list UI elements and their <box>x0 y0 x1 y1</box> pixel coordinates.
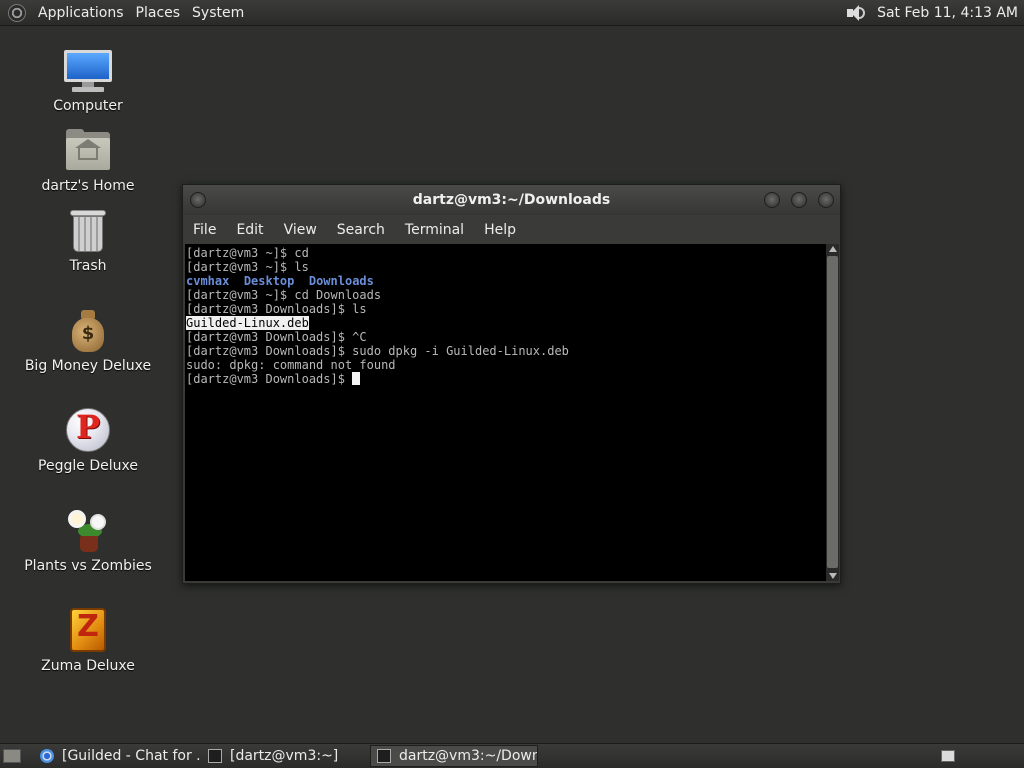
show-desktop-icon[interactable] <box>3 749 21 763</box>
terminal-line: [dartz@vm3 Downloads]$ ls <box>186 302 367 316</box>
trash-icon <box>64 206 112 254</box>
window-titlebar[interactable]: dartz@vm3:~/Downloads <box>183 185 840 215</box>
desktop-icon-label: Plants vs Zombies <box>24 558 152 574</box>
menu-help[interactable]: Help <box>474 218 526 242</box>
top-panel-tray: Sat Feb 11, 4:13 AM <box>845 0 1018 25</box>
terminal-line: cvmhax Desktop Downloads <box>186 274 826 288</box>
terminal-line: Guilded-Linux.deb <box>186 316 826 330</box>
peggle-icon: P <box>64 406 112 454</box>
menu-system[interactable]: System <box>186 5 250 21</box>
desktop-icon-computer[interactable]: Computer <box>13 46 163 114</box>
window-title: dartz@vm3:~/Downloads <box>412 192 611 208</box>
menu-applications[interactable]: Applications <box>32 5 130 21</box>
close-button[interactable] <box>818 192 834 208</box>
dir-entry: Desktop <box>243 274 295 288</box>
desktop-icon-zuma[interactable]: Z Zuma Deluxe <box>13 606 163 674</box>
desktop-icon-label: Computer <box>53 98 123 114</box>
terminal-icon <box>208 749 222 763</box>
minimize-button[interactable] <box>764 192 780 208</box>
menu-terminal[interactable]: Terminal <box>395 218 474 242</box>
terminal-line: [dartz@vm3 Downloads]$ sudo dpkg -i Guil… <box>186 344 569 358</box>
taskbar-item-guilded[interactable]: [Guilded - Chat for ... <box>34 745 202 767</box>
terminal-line: [dartz@vm3 ~]$ cd <box>186 246 309 260</box>
desktop-icon-label: dartz's Home <box>41 178 135 194</box>
terminal-prompt-line: [dartz@vm3 Downloads]$ <box>186 372 826 386</box>
terminal-scrollbar[interactable] <box>826 244 839 581</box>
scroll-up-icon[interactable] <box>829 246 837 252</box>
desktop-icon-label: Big Money Deluxe <box>24 358 152 374</box>
clock[interactable]: Sat Feb 11, 4:13 AM <box>877 5 1018 21</box>
maximize-button[interactable] <box>791 192 807 208</box>
desktop-icon-trash[interactable]: Trash <box>13 206 163 274</box>
computer-icon <box>64 46 112 94</box>
desktop-icon-label: Trash <box>69 258 107 274</box>
desktop-icon-big-money[interactable]: $ Big Money Deluxe <box>13 306 163 374</box>
menu-file[interactable]: File <box>183 218 226 242</box>
menu-search[interactable]: Search <box>327 218 395 242</box>
chrome-icon <box>40 749 54 763</box>
terminal-menubar: File Edit View Search Terminal Help <box>183 218 526 242</box>
home-folder-icon <box>64 126 112 174</box>
terminal-output[interactable]: [dartz@vm3 ~]$ cd [dartz@vm3 ~]$ ls cvmh… <box>185 244 826 581</box>
terminal-window: dartz@vm3:~/Downloads File Edit View Sea… <box>182 184 841 584</box>
desktop-icon-label: Zuma Deluxe <box>41 658 135 674</box>
top-panel: Applications Places System Sat Feb 11, 4… <box>0 0 1024 26</box>
menu-view[interactable]: View <box>274 218 327 242</box>
terminal-icon <box>377 749 391 763</box>
taskbar-item-label: dartz@vm3:~/Down... <box>399 748 537 764</box>
zuma-icon: Z <box>64 606 112 654</box>
terminal-line: sudo: dpkg: command not found <box>186 358 396 372</box>
desktop-icon-label: Peggle Deluxe <box>38 458 138 474</box>
dir-entry: cvmhax <box>186 274 230 288</box>
menu-edit[interactable]: Edit <box>226 218 273 242</box>
plants-vs-zombies-icon <box>64 506 112 554</box>
terminal-line: [dartz@vm3 ~]$ ls <box>186 260 309 274</box>
taskbar-item-label: [dartz@vm3:~] <box>230 748 339 764</box>
terminal-line: [dartz@vm3 Downloads]$ ^C <box>186 330 367 344</box>
text-cursor <box>352 372 361 385</box>
desktop-icon-home[interactable]: dartz's Home <box>13 126 163 194</box>
taskbar-item-terminal-downloads[interactable]: dartz@vm3:~/Down... <box>370 745 538 767</box>
selected-file-entry[interactable]: Guilded-Linux.deb <box>186 316 309 330</box>
taskbar-item-label: [Guilded - Chat for ... <box>62 748 202 764</box>
menu-places[interactable]: Places <box>130 5 187 21</box>
volume-icon[interactable] <box>845 4 867 22</box>
money-bag-icon: $ <box>64 306 112 354</box>
prompt: [dartz@vm3 Downloads]$ <box>186 372 353 386</box>
dir-entry: Downloads <box>308 274 374 288</box>
taskbar-item-terminal-home[interactable]: [dartz@vm3:~] <box>202 745 370 767</box>
scroll-down-icon[interactable] <box>829 573 837 579</box>
scrollbar-thumb[interactable] <box>827 256 838 568</box>
workspace-switcher-icon[interactable] <box>941 750 955 762</box>
bottom-panel: [Guilded - Chat for ... [dartz@vm3:~] da… <box>0 743 1024 768</box>
desktop-icon-peggle[interactable]: P Peggle Deluxe <box>13 406 163 474</box>
desktop-icon-plants-vs-zombies[interactable]: Plants vs Zombies <box>13 506 163 574</box>
distro-logo-icon[interactable] <box>8 3 26 22</box>
terminal-line: [dartz@vm3 ~]$ cd Downloads <box>186 288 382 302</box>
